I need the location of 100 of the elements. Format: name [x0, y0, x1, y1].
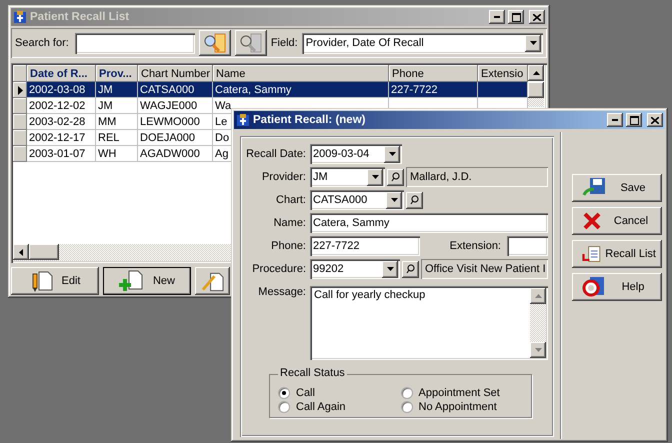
table-cell: 2003-01-07	[27, 146, 96, 162]
provider-dropdown[interactable]: JM	[310, 167, 385, 187]
minimize-icon	[494, 16, 500, 18]
corner-header	[13, 65, 27, 82]
field-label: Extension:	[448, 240, 501, 252]
maximize-button[interactable]	[626, 113, 642, 127]
lookup-button[interactable]	[402, 260, 419, 278]
radio-button[interactable]	[278, 401, 290, 413]
maximize-button[interactable]	[508, 10, 524, 24]
close-button[interactable]	[529, 10, 545, 24]
new-button[interactable]: New	[103, 267, 191, 295]
table-cell: AGADW000	[138, 146, 213, 162]
caret-icon	[386, 267, 394, 271]
search-field[interactable]	[74, 32, 195, 54]
pencil-document-icon	[201, 270, 224, 292]
scroll-up-button[interactable]	[530, 288, 546, 304]
field-label: Message:	[257, 285, 306, 298]
column-header[interactable]: Phone	[389, 65, 478, 82]
search-next-button[interactable]	[234, 30, 267, 56]
save-button[interactable]: Save	[572, 174, 662, 202]
radio-option[interactable]: Call	[278, 387, 400, 399]
radio-button[interactable]	[400, 401, 412, 413]
scroll-up-button[interactable]	[528, 65, 544, 81]
plus-document-icon	[118, 270, 145, 292]
app-icon	[13, 10, 27, 24]
close-button[interactable]	[647, 113, 663, 127]
scroll-left-button[interactable]	[13, 244, 29, 260]
table-cell: CATSA000	[138, 82, 213, 98]
dropdown-button[interactable]	[367, 168, 383, 186]
caret-icon	[19, 248, 23, 256]
name-field[interactable]: Catera, Sammy	[310, 213, 548, 233]
column-header[interactable]: Chart Number	[138, 65, 213, 82]
field-dropdown[interactable]: Provider, Date Of Recall	[302, 32, 543, 54]
column-header[interactable]: Name	[213, 65, 389, 82]
field-label: Field:	[270, 37, 298, 49]
table-cell: 2003-02-28	[27, 114, 96, 130]
help-button[interactable]: Help	[572, 273, 662, 301]
search-button[interactable]	[198, 30, 231, 56]
chart-dropdown[interactable]: CATSA000	[310, 190, 404, 210]
extension-field[interactable]	[507, 236, 548, 256]
dropdown-button[interactable]	[384, 146, 400, 162]
radio-button[interactable]	[278, 387, 290, 399]
table-cell: WAGJE000	[138, 98, 213, 114]
column-header[interactable]: Extensio	[478, 65, 528, 82]
dropdown-button[interactable]	[386, 192, 402, 208]
scroll-thumb[interactable]	[29, 244, 59, 260]
scroll-down-button[interactable]	[530, 342, 546, 358]
edit-button[interactable]: Edit	[11, 267, 99, 295]
table-cell: 2002-12-02	[27, 98, 96, 114]
maximize-icon	[512, 12, 520, 22]
column-header[interactable]: Date of R...	[27, 65, 96, 82]
radio-option[interactable]: Call Again	[278, 401, 400, 413]
dropdown-button[interactable]	[382, 260, 398, 278]
row-pointer-icon	[18, 86, 22, 94]
field-label: Phone:	[270, 240, 306, 252]
cross-icon	[582, 211, 602, 231]
radio-option[interactable]: Appointment Set	[400, 387, 523, 399]
minimize-icon	[612, 119, 618, 121]
caret-icon	[372, 175, 378, 179]
lookup-button[interactable]	[387, 168, 404, 186]
table-cell: 2002-03-08	[27, 82, 96, 98]
caret-icon	[530, 41, 536, 45]
phone-field[interactable]: 227-7722	[310, 236, 420, 256]
window-title: Patient Recall List	[30, 11, 130, 23]
cancel-button[interactable]: Cancel	[572, 207, 662, 235]
minimize-button[interactable]	[489, 10, 505, 24]
table-cell: JM	[96, 98, 138, 114]
scroll-track[interactable]	[528, 98, 544, 107]
field-label: Recall Date:	[245, 148, 306, 160]
table-cell: WH	[96, 146, 138, 162]
radio-option[interactable]: No Appointment	[400, 401, 523, 413]
magnifier-icon	[410, 195, 419, 205]
radio-button[interactable]	[400, 387, 412, 399]
search-next-icon	[238, 31, 264, 55]
list-button[interactable]: Recall List	[572, 240, 662, 268]
table-cell: REL	[96, 130, 138, 146]
lookup-button[interactable]	[406, 192, 423, 208]
scroll-thumb[interactable]	[528, 82, 544, 98]
caret-icon	[534, 294, 542, 298]
table-cell: JM	[96, 82, 138, 98]
maximize-icon	[630, 116, 638, 124]
message-field[interactable]: Call for yearly checkup	[310, 286, 548, 360]
tool-button[interactable]	[195, 267, 230, 295]
table-cell: DOEJA000	[138, 130, 213, 146]
minimize-button[interactable]	[607, 113, 623, 127]
table-cell: 227-7722	[389, 82, 478, 98]
caret-icon	[532, 71, 540, 75]
table-cell: LEWMO000	[138, 114, 213, 130]
dropdown-button[interactable]	[525, 34, 541, 52]
date-dropdown[interactable]: 2009-03-04	[310, 144, 402, 164]
row-header[interactable]	[13, 82, 27, 98]
field-label: Provider:	[260, 171, 306, 183]
search-label: Search for:	[15, 37, 69, 49]
column-header[interactable]: Prov...	[96, 65, 138, 82]
magnifier-icon	[391, 172, 400, 182]
procedure-dropdown[interactable]: 99202	[310, 259, 400, 279]
field-label: Name:	[272, 217, 306, 229]
search-icon	[202, 31, 228, 55]
caret-icon	[534, 348, 542, 352]
table-cell: MM	[96, 114, 138, 130]
